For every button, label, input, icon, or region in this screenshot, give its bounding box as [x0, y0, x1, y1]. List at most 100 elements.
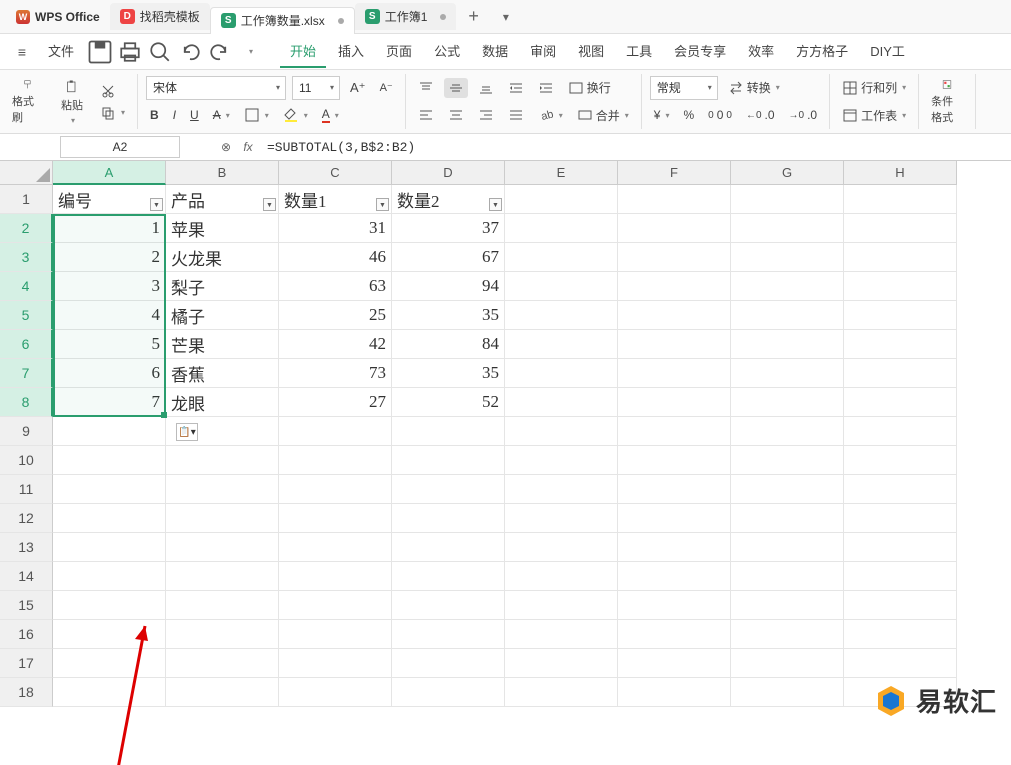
- cell[interactable]: [618, 388, 731, 417]
- col-header-C[interactable]: C: [279, 161, 392, 185]
- cell[interactable]: [505, 359, 618, 388]
- cell[interactable]: [618, 214, 731, 243]
- align-middle-button[interactable]: [444, 78, 468, 98]
- align-justify-button[interactable]: [504, 105, 528, 125]
- tab-efficiency[interactable]: 效率: [738, 36, 784, 68]
- cell[interactable]: [618, 504, 731, 533]
- cell[interactable]: 产品▼: [166, 185, 279, 214]
- strikethrough-button[interactable]: A: [209, 106, 234, 124]
- cell[interactable]: [505, 678, 618, 707]
- cell[interactable]: [844, 475, 957, 504]
- fill-color-button[interactable]: [279, 105, 312, 125]
- cell[interactable]: [53, 591, 166, 620]
- cell[interactable]: [844, 185, 957, 214]
- cell[interactable]: [53, 620, 166, 649]
- cell[interactable]: [279, 678, 392, 707]
- row-header-12[interactable]: 12: [0, 504, 53, 533]
- row-header-11[interactable]: 11: [0, 475, 53, 504]
- cell[interactable]: [844, 243, 957, 272]
- cell[interactable]: 25: [279, 301, 392, 330]
- cell[interactable]: [166, 533, 279, 562]
- menu-icon[interactable]: ≡: [8, 38, 36, 66]
- cell[interactable]: [844, 504, 957, 533]
- cell[interactable]: [279, 475, 392, 504]
- rows-cols-button[interactable]: 行和列: [838, 77, 910, 98]
- row-header-17[interactable]: 17: [0, 649, 53, 678]
- cell[interactable]: [731, 388, 844, 417]
- align-bottom-button[interactable]: [474, 78, 498, 98]
- cell[interactable]: [618, 301, 731, 330]
- tab-review[interactable]: 审阅: [520, 36, 566, 68]
- file-tab-1[interactable]: S 工作簿数量.xlsx: [210, 7, 355, 34]
- cell[interactable]: [844, 417, 957, 446]
- cell[interactable]: [731, 359, 844, 388]
- cell[interactable]: [505, 620, 618, 649]
- col-header-F[interactable]: F: [618, 161, 731, 185]
- indent-increase-button[interactable]: [534, 78, 558, 98]
- orientation-button[interactable]: ab: [534, 105, 567, 125]
- cell[interactable]: [505, 504, 618, 533]
- cell[interactable]: [618, 446, 731, 475]
- cell[interactable]: [731, 678, 844, 707]
- cell[interactable]: [392, 620, 505, 649]
- cell[interactable]: 42: [279, 330, 392, 359]
- cell[interactable]: [392, 417, 505, 446]
- cell[interactable]: [505, 185, 618, 214]
- font-increase-button[interactable]: A⁺: [346, 78, 370, 98]
- row-header-9[interactable]: 9: [0, 417, 53, 446]
- cell[interactable]: [505, 475, 618, 504]
- cell[interactable]: [618, 243, 731, 272]
- new-tab-button[interactable]: +: [456, 6, 491, 27]
- cell[interactable]: [505, 446, 618, 475]
- cell[interactable]: [618, 417, 731, 446]
- font-size-select[interactable]: 11: [292, 76, 340, 100]
- cancel-icon[interactable]: ⊗: [215, 140, 237, 154]
- cell[interactable]: [844, 446, 957, 475]
- cell[interactable]: [844, 388, 957, 417]
- file-menu[interactable]: 文件: [38, 36, 84, 68]
- cell[interactable]: 27: [279, 388, 392, 417]
- col-header-A[interactable]: A: [53, 161, 166, 185]
- tab-diy[interactable]: DIY工: [860, 36, 915, 68]
- cell[interactable]: [505, 533, 618, 562]
- cell[interactable]: 2: [53, 243, 166, 272]
- tab-ffgz[interactable]: 方方格子: [786, 36, 858, 68]
- cell[interactable]: [731, 214, 844, 243]
- cell[interactable]: [618, 562, 731, 591]
- cell[interactable]: [731, 272, 844, 301]
- cell[interactable]: [505, 243, 618, 272]
- tab-member[interactable]: 会员专享: [664, 36, 736, 68]
- align-left-button[interactable]: [414, 105, 438, 125]
- fx-icon[interactable]: fx: [237, 140, 259, 154]
- border-button[interactable]: [240, 105, 273, 125]
- row-header-1[interactable]: 1: [0, 185, 53, 214]
- percent-button[interactable]: %: [679, 106, 698, 124]
- col-header-B[interactable]: B: [166, 161, 279, 185]
- tab-start[interactable]: 开始: [280, 36, 326, 68]
- cell[interactable]: 数量1▼: [279, 185, 392, 214]
- cell[interactable]: 梨子: [166, 272, 279, 301]
- cell[interactable]: [731, 330, 844, 359]
- cell[interactable]: [731, 185, 844, 214]
- cell[interactable]: [731, 649, 844, 678]
- cell[interactable]: [731, 243, 844, 272]
- col-header-H[interactable]: H: [844, 161, 957, 185]
- row-header-8[interactable]: 8: [0, 388, 53, 417]
- cell[interactable]: [53, 446, 166, 475]
- convert-button[interactable]: 转换: [724, 77, 784, 98]
- align-right-button[interactable]: [474, 105, 498, 125]
- cell[interactable]: [505, 272, 618, 301]
- cell[interactable]: [844, 214, 957, 243]
- cell[interactable]: 1: [53, 214, 166, 243]
- cell[interactable]: [618, 591, 731, 620]
- cell[interactable]: 67: [392, 243, 505, 272]
- col-header-E[interactable]: E: [505, 161, 618, 185]
- cell[interactable]: [731, 475, 844, 504]
- tab-formula[interactable]: 公式: [424, 36, 470, 68]
- align-top-button[interactable]: [414, 78, 438, 98]
- cell[interactable]: 6: [53, 359, 166, 388]
- cell[interactable]: [166, 620, 279, 649]
- decrease-decimal-button[interactable]: →0.0: [785, 106, 822, 124]
- align-center-button[interactable]: [444, 105, 468, 125]
- cell[interactable]: [731, 591, 844, 620]
